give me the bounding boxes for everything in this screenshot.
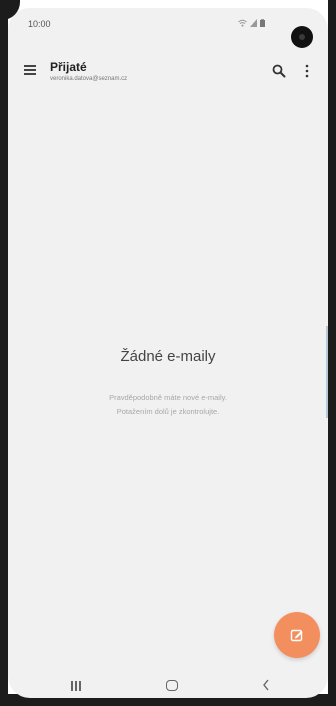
status-icons: [238, 19, 265, 27]
empty-state-line-2: Potažením dolů je zkontrolujte.: [116, 407, 220, 416]
signal-icon: [250, 19, 257, 27]
mailbox-title: Přijaté: [50, 60, 87, 74]
status-time: 10:00: [28, 19, 51, 29]
front-camera: [291, 26, 313, 48]
battery-icon: [260, 19, 265, 27]
hamburger-menu-icon[interactable]: [24, 65, 36, 75]
empty-state-line-1: Pravděpodobně máte nové e-maily.: [109, 393, 227, 402]
search-icon[interactable]: [272, 64, 286, 78]
bezel-right: [328, 0, 336, 706]
phone-frame: 10:00 Přijaté veronika.datova@seznam.cz …: [0, 0, 336, 706]
back-icon[interactable]: [262, 679, 270, 691]
bezel-left: [0, 0, 8, 706]
wifi-icon: [238, 19, 247, 27]
empty-state-title: Žádné e-maily: [120, 348, 216, 365]
empty-state-description: Pravděpodobně máte nové e-maily. Potažen…: [48, 391, 288, 419]
compose-button[interactable]: [274, 612, 320, 658]
screen: 10:00 Přijaté veronika.datova@seznam.cz …: [8, 8, 328, 698]
system-nav-bar: [8, 676, 328, 698]
status-bar: 10:00: [8, 8, 328, 36]
compose-icon: [290, 629, 303, 642]
recents-icon[interactable]: [70, 681, 82, 691]
edge-panel-handle[interactable]: [326, 326, 328, 418]
home-icon[interactable]: [166, 680, 178, 691]
account-email: veronika.datova@seznam.cz: [50, 76, 128, 82]
mail-toolbar: Přijaté veronika.datova@seznam.cz: [8, 50, 328, 90]
more-vertical-icon[interactable]: [304, 64, 310, 78]
